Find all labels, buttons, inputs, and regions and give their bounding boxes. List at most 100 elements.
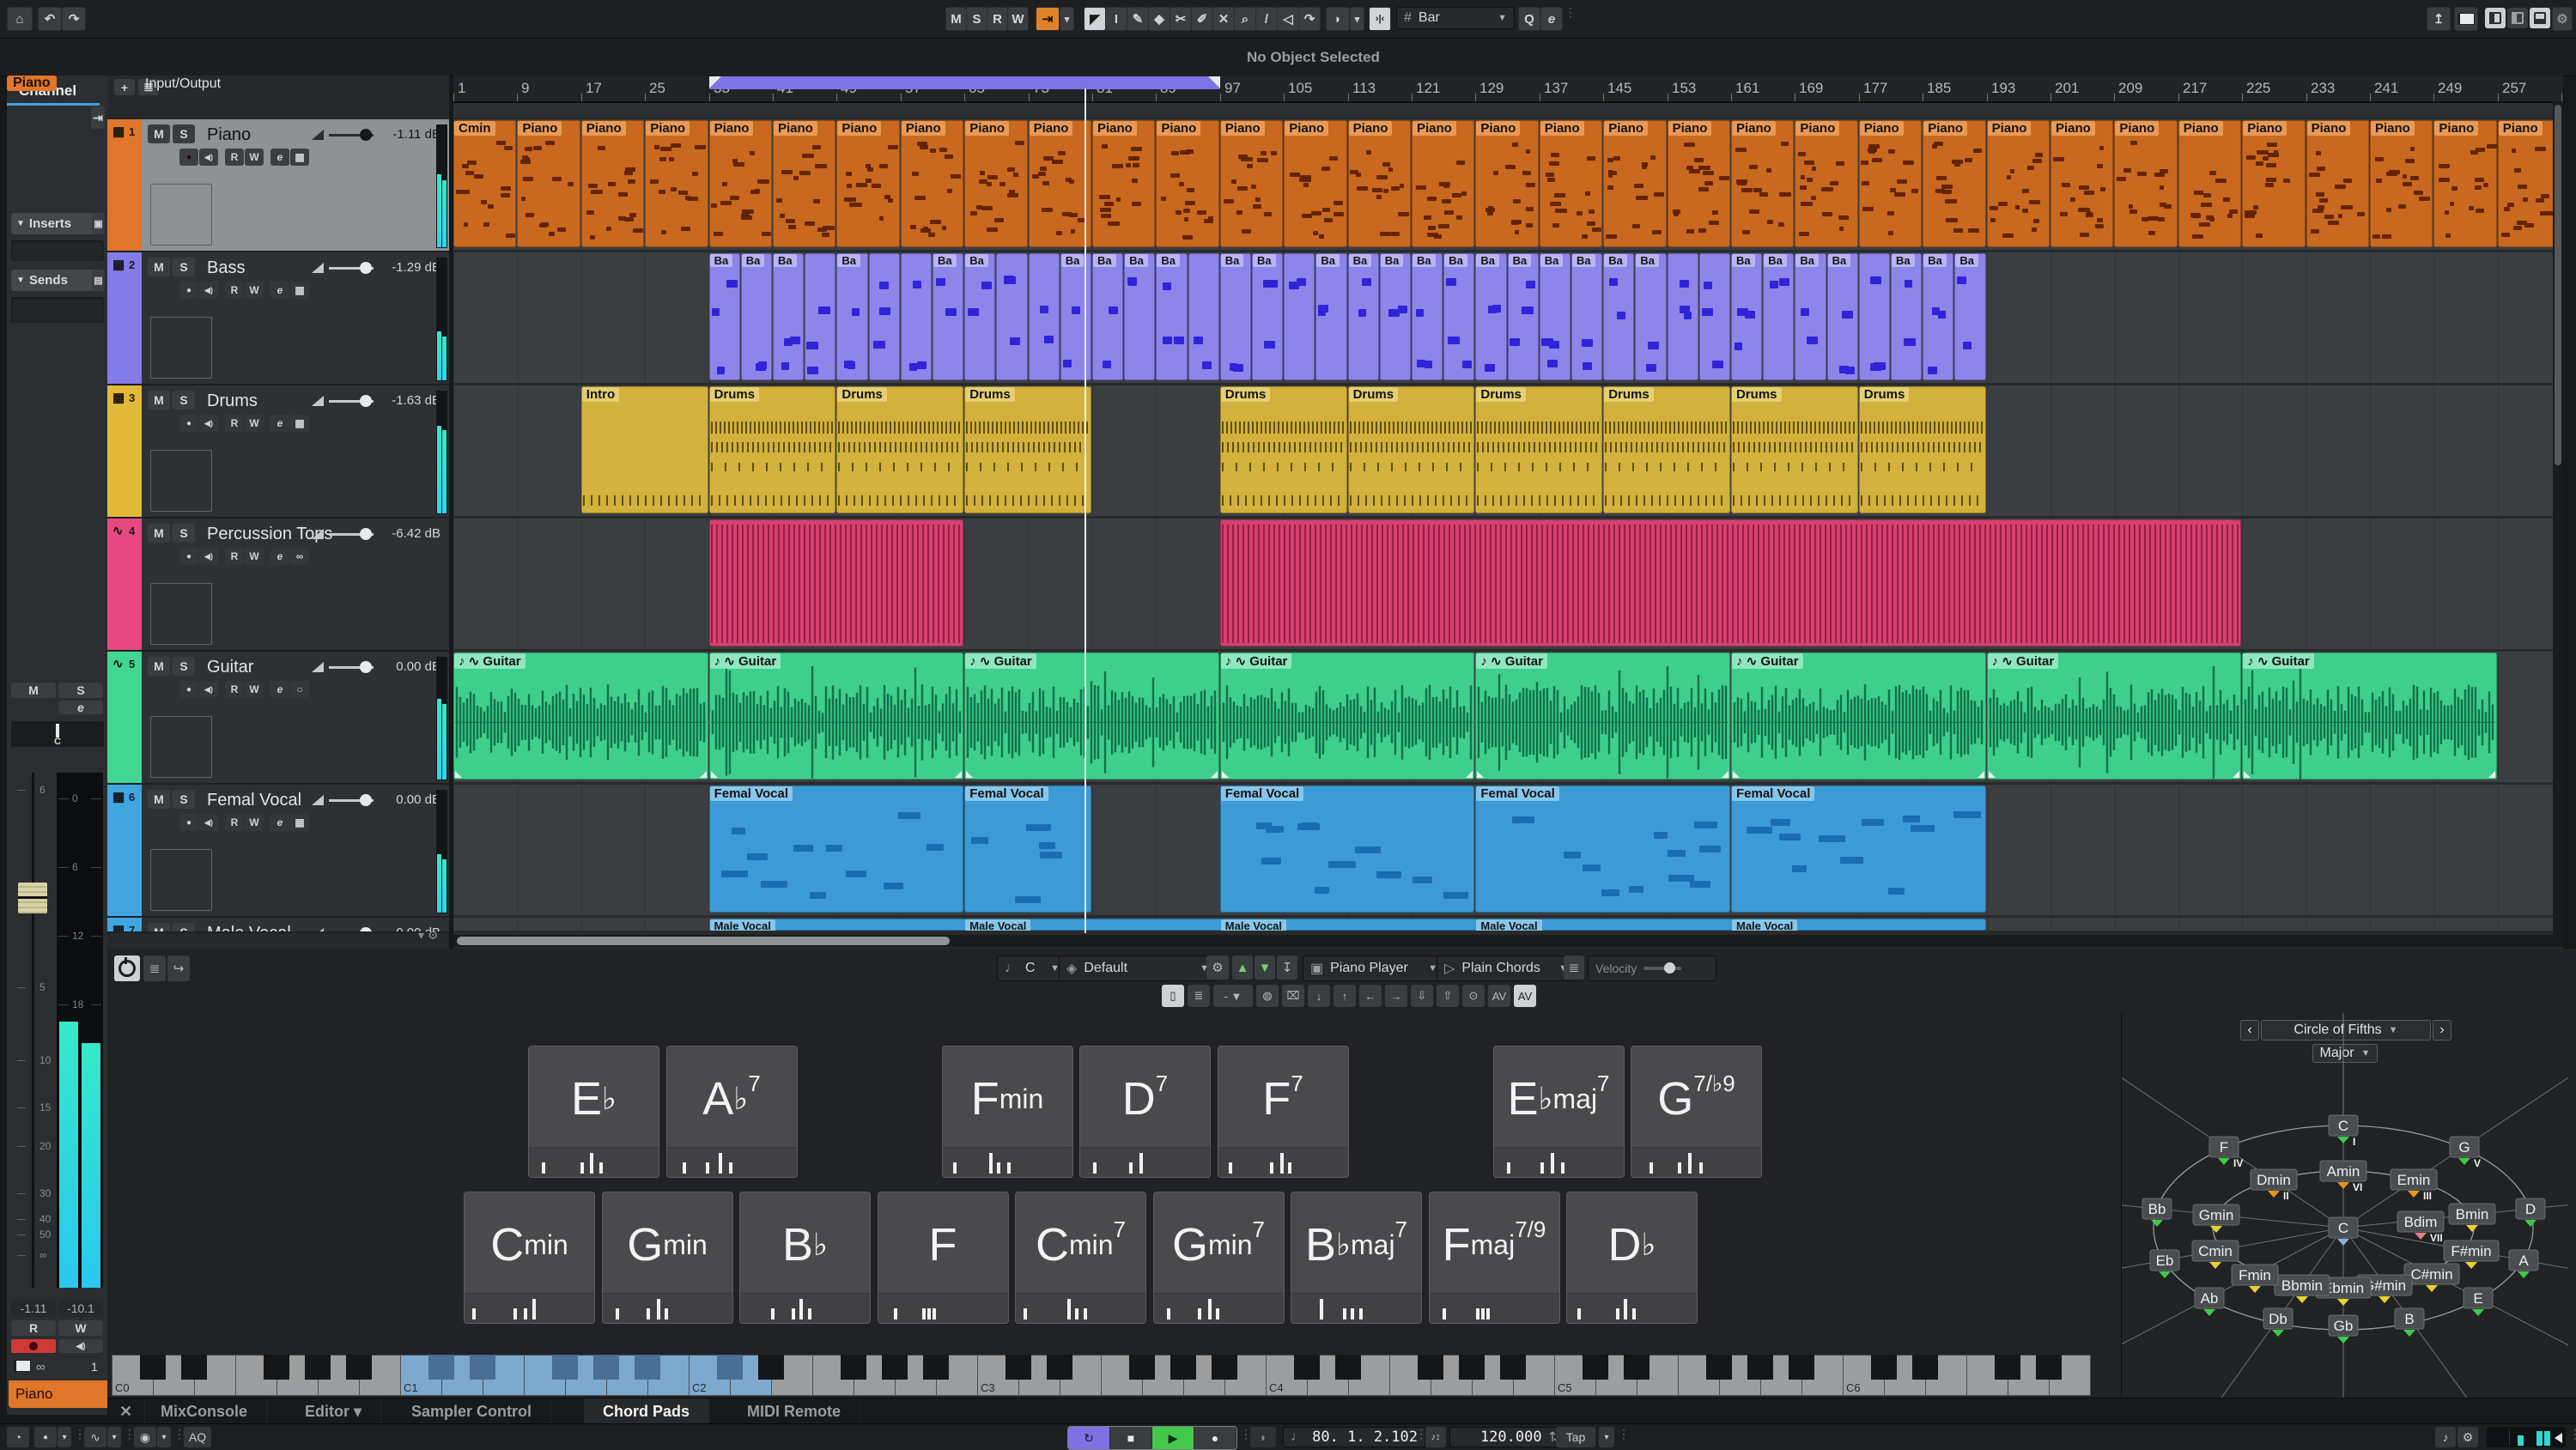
solo-button[interactable]: S <box>173 391 195 410</box>
midi-clip-bass[interactable] <box>1029 253 1060 380</box>
move-up-icon[interactable]: ↑ <box>1334 985 1356 1007</box>
instrument-icon[interactable]: ▦ <box>290 282 309 299</box>
record-enable-button[interactable]: ● <box>179 548 198 565</box>
midi-clip-piano[interactable]: Piano <box>1859 120 1922 247</box>
midi-clip-bass[interactable]: Ba <box>1827 253 1858 380</box>
midi-clip-femal-vocal[interactable]: Femal Vocal <box>1731 786 1986 913</box>
scrollbar-thumb[interactable] <box>2555 105 2561 465</box>
circle-node-Bmin[interactable]: Bmin <box>2449 1204 2495 1232</box>
chord-pad-row1-0[interactable]: E♭ <box>528 1046 659 1178</box>
midi-clip-bass[interactable]: Ba <box>1795 253 1826 380</box>
midi-clip-piano[interactable]: Piano <box>964 120 1027 247</box>
midi-clip-bass[interactable] <box>869 253 900 380</box>
chord-pad-row1-7[interactable]: E♭maj7 <box>1493 1046 1625 1178</box>
line-tool-icon[interactable]: / <box>1255 7 1278 31</box>
monitor-button[interactable]: ◀) <box>199 681 218 698</box>
read-automation-button[interactable]: R <box>225 814 244 831</box>
circle-node-C[interactable]: CI <box>2329 1115 2358 1148</box>
midi-clip-bass[interactable]: Ba <box>1060 253 1091 380</box>
midi-clip-bass[interactable]: Ba <box>1540 253 1571 380</box>
monitor-button[interactable]: ◀) <box>199 548 218 565</box>
quantize-button[interactable]: Q <box>1518 7 1540 31</box>
write-automation-button[interactable]: W <box>245 415 264 432</box>
channel-config-icon[interactable]: ∞ <box>290 548 309 565</box>
inserts-section-header[interactable]: ▼Inserts <box>11 213 100 234</box>
export-icon[interactable]: ↥ <box>2427 7 2451 31</box>
auto-scroll-dropdown[interactable]: ▾ <box>1060 7 1074 31</box>
adaptive-voicing-active-button[interactable]: AV <box>1514 985 1536 1007</box>
track-name[interactable]: Femal Vocal <box>207 791 301 810</box>
snap-type-dropdown[interactable]: ▾ <box>1350 7 1364 31</box>
zone-toggle-left-icon[interactable] <box>2485 8 2506 28</box>
midi-clip-drums[interactable]: Drums <box>1475 386 1602 513</box>
tab-midi-remote[interactable]: MIDI Remote <box>728 1398 860 1424</box>
track-color-strip[interactable]: ▦2 <box>107 252 142 384</box>
circle-node-Gmin[interactable]: Gmin <box>2193 1204 2239 1233</box>
black-key[interactable] <box>1212 1355 1237 1380</box>
black-key[interactable] <box>1418 1355 1443 1380</box>
split-tool-icon[interactable]: ✂ <box>1170 7 1192 31</box>
black-key[interactable] <box>758 1355 784 1380</box>
chord-pad-row2-2[interactable]: B♭ <box>739 1192 871 1324</box>
delete-icon[interactable]: ⌧ <box>1282 985 1304 1007</box>
section-overflow-icon[interactable]: ⋮ <box>124 1432 129 1446</box>
playhead-cursor[interactable] <box>1084 88 1086 933</box>
midi-dropdown[interactable]: ▾ <box>157 1427 171 1447</box>
grid-type-dropdown[interactable]: #Bar▼ <box>1396 7 1515 29</box>
chord-pad-row2-0[interactable]: Cmin <box>464 1192 595 1324</box>
circle-node-Gb[interactable]: Gb <box>2329 1315 2358 1344</box>
black-key[interactable] <box>1871 1355 1897 1380</box>
midi-clip-piano[interactable]: Piano <box>1412 120 1474 247</box>
cycle-region[interactable] <box>709 76 1220 89</box>
instrument-icon[interactable]: ▦ <box>290 149 309 166</box>
midi-clip-piano[interactable]: Piano <box>2114 120 2177 247</box>
pads-output-icon[interactable]: ↪ <box>167 956 190 981</box>
track-row-male-vocal[interactable]: ▦7MSMale Vocal0.00 dB●◀)RWe▦ <box>107 918 449 933</box>
audio-clip-guitar[interactable]: ♪ ∿ Guitar <box>1731 652 1986 780</box>
audio-clip-guitar[interactable]: ♪ ∿ Guitar <box>964 652 1219 780</box>
shift-up-icon[interactable]: ⇧ <box>1437 985 1459 1007</box>
chord-pad-row1-1[interactable]: A♭7 <box>666 1046 798 1178</box>
automation-s-button[interactable]: S <box>966 7 987 31</box>
circle-node-G[interactable]: GV <box>2450 1137 2481 1169</box>
midi-clip-bass[interactable]: Ba <box>741 253 772 380</box>
midi-clip-bass[interactable] <box>1699 253 1730 380</box>
volume-knob[interactable] <box>360 794 372 806</box>
voicing-stack-icon[interactable]: ≣ <box>1564 956 1584 980</box>
black-key[interactable] <box>1624 1355 1649 1380</box>
midi-clip-piano[interactable]: Piano <box>1540 120 1602 247</box>
black-key[interactable] <box>1005 1355 1031 1380</box>
black-key[interactable] <box>1170 1355 1196 1380</box>
track-volume[interactable]: -1.11 dB <box>312 126 440 143</box>
black-key[interactable] <box>140 1355 166 1380</box>
audio-clip-guitar[interactable]: ♪ ∿ Guitar <box>709 652 964 780</box>
volume-knob[interactable] <box>360 927 372 933</box>
read-automation-button[interactable]: R <box>225 415 244 432</box>
edit-channel-button[interactable]: e <box>270 415 289 432</box>
audio-clip-guitar[interactable]: ♪ ∿ Guitar <box>1475 652 1730 780</box>
track-color-strip[interactable]: ∿5 <box>107 652 142 783</box>
instrument-icon[interactable] <box>14 1360 31 1372</box>
black-key[interactable] <box>470 1355 495 1380</box>
lane-io[interactable] <box>453 101 2563 117</box>
chord-pad-row2-1[interactable]: Gmin <box>602 1192 733 1324</box>
midi-clip-piano[interactable]: Piano <box>1348 120 1411 247</box>
channel-name-field[interactable]: Piano <box>7 76 57 91</box>
section-overflow-icon[interactable]: ⋮ <box>173 1432 179 1446</box>
midi-clip-drums[interactable]: Drums <box>1859 386 1986 513</box>
record-mode-icon[interactable]: ● <box>34 1427 57 1447</box>
black-key[interactable] <box>1047 1355 1072 1380</box>
save-preset-icon[interactable]: ↧ <box>1277 956 1297 980</box>
tab-editor[interactable]: Editor ▾ <box>286 1398 381 1424</box>
black-key[interactable] <box>1995 1355 2020 1380</box>
pads-setup-gear-icon[interactable]: ⚙ <box>1206 956 1229 980</box>
black-key[interactable] <box>2036 1355 2062 1380</box>
toolbar-overflow-icon[interactable]: ⋮ <box>1564 10 1571 27</box>
audio-dropdown[interactable]: ▾ <box>107 1427 121 1447</box>
monitor-button[interactable]: ◀) <box>199 149 218 166</box>
audio-quantize-button[interactable]: AQ <box>184 1427 211 1447</box>
midi-clip-bass[interactable]: Ba <box>1220 253 1251 380</box>
midi-clip-piano[interactable]: Piano <box>1668 120 1730 247</box>
channel-mute-button[interactable]: M <box>11 683 56 698</box>
read-automation-button[interactable]: R <box>225 548 244 565</box>
